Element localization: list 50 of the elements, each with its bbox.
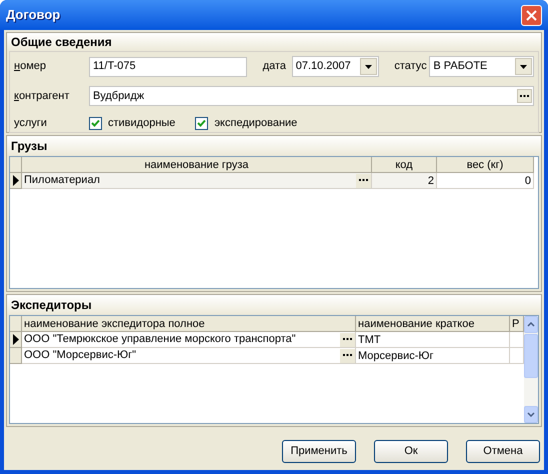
counterparty-field[interactable]: Вудбридж <box>89 86 534 106</box>
checkbox[interactable] <box>195 116 208 130</box>
column-header[interactable]: наименование краткое <box>356 316 510 332</box>
ellipsis-icon <box>359 179 368 182</box>
chevron-down-icon <box>527 412 535 417</box>
column-header[interactable]: вес (кг) <box>437 157 534 173</box>
table-cell: 2 <box>372 173 437 189</box>
dialog-button[interactable]: Применить <box>282 440 356 463</box>
table-cell-text: Пиломатериал <box>24 173 101 188</box>
ellipsis-icon <box>343 354 352 357</box>
column-header[interactable]: наименование груза <box>22 157 372 173</box>
table-cell-text: ООО "Морсервис-Юг" <box>24 348 138 364</box>
checkbox[interactable] <box>89 116 102 130</box>
date-dropdown[interactable]: 07.10.2007 <box>292 56 379 77</box>
browse-button[interactable] <box>340 348 355 362</box>
column-header[interactable]: наименование экспедитора полное <box>22 316 356 332</box>
dialog-button[interactable]: Ок <box>374 440 448 463</box>
field-label: услуги <box>14 116 48 131</box>
section-title: Грузы <box>11 138 48 155</box>
table-cell: ТМТ <box>356 332 510 348</box>
field-label: дата <box>262 59 288 74</box>
dialog-button[interactable]: Отмена <box>466 440 540 463</box>
header-corner <box>10 157 22 173</box>
close-icon <box>526 10 537 20</box>
checkbox-label: экспедирование <box>214 116 298 131</box>
browse-button[interactable] <box>340 332 355 346</box>
number-field[interactable]: 11/T-075 <box>89 56 247 76</box>
browse-button[interactable] <box>356 174 371 188</box>
field-label: номер <box>14 59 47 74</box>
column-header[interactable]: Р <box>510 316 524 332</box>
caret-icon <box>364 64 372 68</box>
column-header[interactable]: код <box>372 157 437 173</box>
close-button[interactable] <box>521 4 542 26</box>
field-label: контрагент <box>14 88 70 104</box>
browse-button[interactable] <box>517 89 532 103</box>
ellipsis-icon <box>520 94 529 98</box>
checkbox-label: стивидорные <box>108 116 176 131</box>
chevron-up-icon <box>527 322 535 327</box>
field-label: статус <box>394 59 428 74</box>
table-cell: Морсервис-Юг <box>356 348 510 364</box>
scrollbar[interactable] <box>524 316 538 423</box>
section-title: Экспедиторы <box>11 297 92 314</box>
status-dropdown[interactable]: В РАБОТЕ <box>429 56 534 77</box>
table-cell: 0 <box>437 173 534 189</box>
table-cell-text: ООО "Темрюкское управление морского транспорта" <box>24 332 297 348</box>
window-title: Договор <box>6 6 62 24</box>
ellipsis-icon <box>343 338 352 341</box>
section-title: Общие сведения <box>11 34 112 51</box>
caret-icon <box>520 64 527 68</box>
header-corner <box>10 316 22 332</box>
